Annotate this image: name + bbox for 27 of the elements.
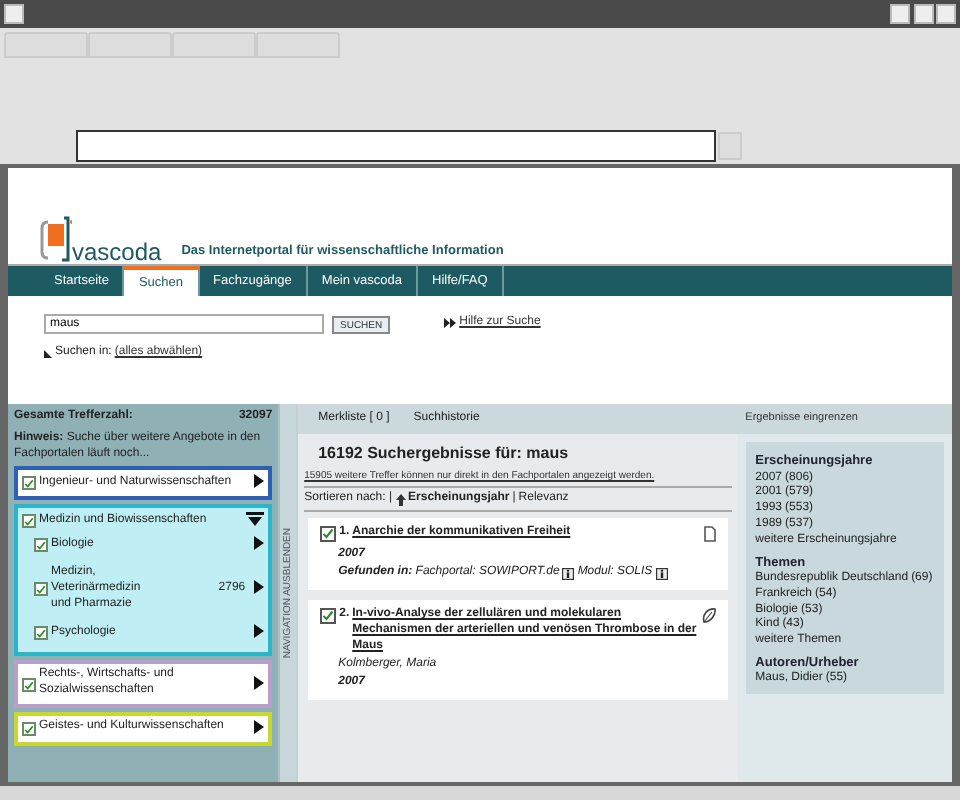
checkbox[interactable] [34,626,48,641]
double-arrow-icon [444,318,457,329]
app-icon [4,4,24,24]
right-triangle-icon [254,580,265,595]
right-triangle-icon [254,719,265,734]
page-icon [703,526,716,543]
results-heading: 16192 Suchergebnisse für: maus [316,442,571,466]
checkbox[interactable] [22,677,36,692]
sort-arrow-icon [395,493,406,506]
info-icon [655,568,668,581]
checkbox[interactable] [34,582,48,597]
logo-text: vascoda [72,240,162,264]
right-triangle-icon [254,624,265,639]
right-triangle-icon [254,675,265,690]
right-triangle-icon [254,474,265,489]
checkbox[interactable] [320,526,337,543]
right-triangle-icon [254,536,265,551]
address-field[interactable] [76,129,716,161]
checkbox[interactable] [34,538,48,553]
collapse-icon [246,512,265,527]
checkbox[interactable] [22,476,36,491]
leaf-icon [701,608,716,625]
corner-triangle-icon [44,349,52,358]
checkbox[interactable] [22,721,36,736]
info-icon [562,568,575,581]
checkbox[interactable] [320,608,337,625]
checkbox[interactable] [22,514,36,529]
